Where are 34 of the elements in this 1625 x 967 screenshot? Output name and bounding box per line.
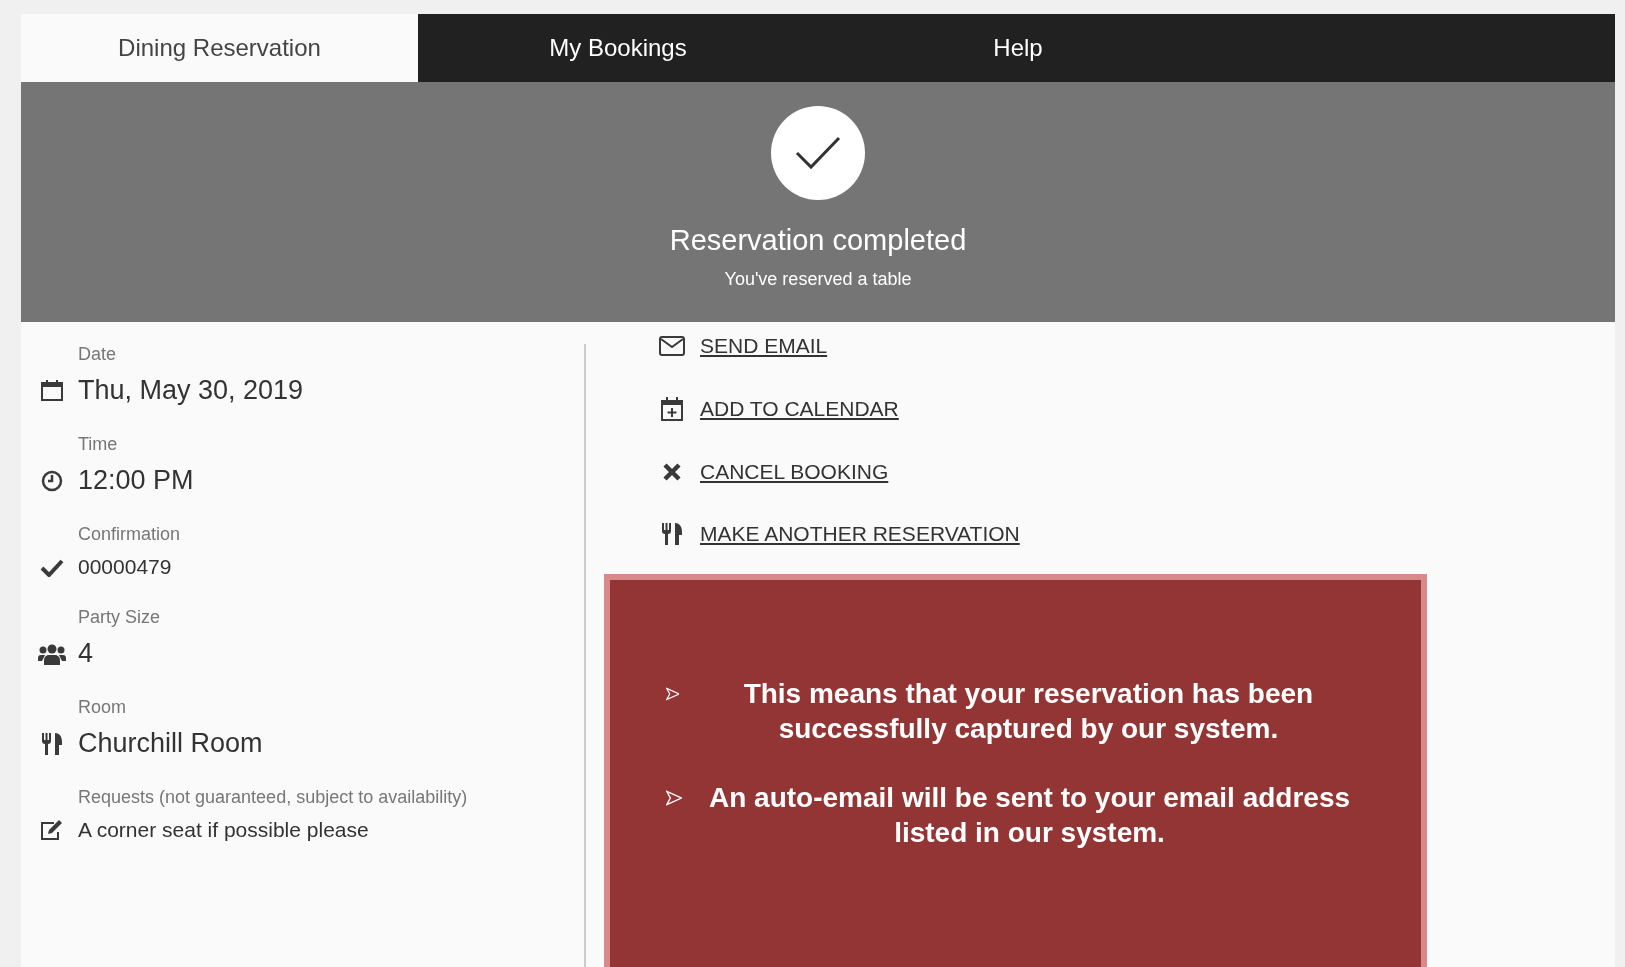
people-icon bbox=[38, 642, 66, 665]
tab[interactable]: My Bookings bbox=[418, 14, 818, 82]
field-value: Thu, May 30, 2019 bbox=[78, 375, 304, 406]
banner-subtitle: You've reserved a table bbox=[724, 269, 912, 290]
field-label: Confirmation bbox=[78, 524, 182, 545]
checkmark-icon bbox=[40, 557, 64, 577]
fork-knife-icon bbox=[661, 522, 683, 546]
notice-text: This means that your reservation has been successfully captured by our system. bbox=[742, 677, 1315, 746]
field-value: 12:00 PM bbox=[78, 465, 194, 496]
tab[interactable]: Help bbox=[818, 14, 1218, 82]
field-value: A corner seat if possible please bbox=[78, 818, 369, 842]
field-label: Date bbox=[78, 344, 118, 365]
tab[interactable]: Dining Reservation bbox=[21, 14, 418, 82]
arrow-bullet-icon bbox=[665, 788, 682, 808]
field-label: Time bbox=[78, 434, 119, 455]
notice-text: An auto-email will be sent to your email address listed in our system. bbox=[708, 781, 1352, 850]
action-link[interactable]: CANCEL BOOKING bbox=[700, 460, 889, 484]
field-label: Room bbox=[78, 697, 127, 718]
edit-icon bbox=[39, 819, 65, 841]
calendar-add-icon bbox=[660, 396, 684, 422]
field-value: Churchill Room bbox=[78, 728, 263, 759]
field-value: 00000479 bbox=[78, 555, 172, 579]
calendar-icon bbox=[40, 378, 64, 403]
action-link[interactable]: SEND EMAIL bbox=[700, 334, 828, 358]
field-label: Party Size bbox=[78, 607, 162, 628]
fork-knife-icon bbox=[41, 731, 63, 756]
action-link[interactable]: MAKE ANOTHER RESERVATION bbox=[700, 522, 1020, 546]
field-value: 4 bbox=[78, 638, 94, 669]
close-icon bbox=[662, 462, 682, 482]
field-label: Requests (not guaranteed, subject to availability) bbox=[78, 787, 469, 808]
action-link[interactable]: ADD TO CALENDAR bbox=[700, 397, 899, 421]
clock-icon bbox=[40, 468, 64, 493]
banner-title: Reservation completed bbox=[669, 224, 967, 257]
envelope-icon bbox=[659, 336, 685, 356]
